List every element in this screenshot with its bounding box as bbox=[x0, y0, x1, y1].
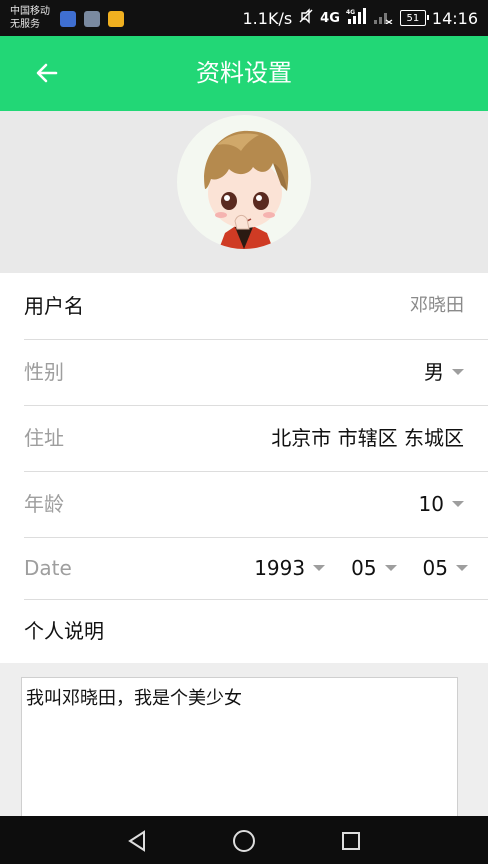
age-row: 年龄 10 bbox=[24, 471, 488, 538]
profile-form: 用户名 邓晓田 性别 男 住址 北京市 市辖区 东城区 年龄 10 Date 1… bbox=[0, 273, 488, 663]
age-label: 年龄 bbox=[24, 492, 64, 516]
year-dropdown[interactable]: 1993 bbox=[254, 537, 326, 599]
avatar-illustration bbox=[204, 130, 289, 249]
date-label: Date bbox=[24, 556, 72, 580]
battery-level: 51 bbox=[406, 12, 420, 24]
dropdown-arrow-icon bbox=[452, 369, 464, 375]
network-speed: 1.1K/s bbox=[242, 8, 293, 28]
nav-home-button[interactable] bbox=[229, 826, 259, 856]
carrier-info: 中国移动 无服务 bbox=[10, 5, 50, 31]
gallery-notification-icon bbox=[84, 11, 100, 27]
gender-label: 性别 bbox=[24, 360, 64, 384]
dropdown-arrow-icon bbox=[313, 565, 326, 571]
dropdown-arrow-icon bbox=[456, 565, 468, 571]
carrier-name: 中国移动 bbox=[10, 6, 50, 17]
network-type: 4G bbox=[320, 10, 340, 26]
system-nav-bar bbox=[0, 816, 488, 864]
back-button[interactable] bbox=[30, 56, 64, 90]
triangle-back-icon bbox=[128, 830, 145, 852]
username-row: 用户名 邓晓田 bbox=[24, 273, 488, 340]
month-value: 05 bbox=[351, 556, 377, 580]
status-bar: 中国移动 无服务 1.1K/s 4G 4G 51 14:16 bbox=[0, 0, 488, 36]
battery-icon: 51 bbox=[399, 10, 429, 26]
signal-icon: 4G bbox=[346, 8, 366, 28]
avatar[interactable] bbox=[177, 115, 311, 249]
day-dropdown[interactable]: 05 bbox=[423, 537, 468, 599]
nav-recents-button[interactable] bbox=[336, 826, 366, 856]
address-value[interactable]: 北京市 市辖区 东城区 bbox=[271, 405, 464, 471]
mute-icon bbox=[298, 8, 314, 28]
nav-back-button[interactable] bbox=[122, 826, 152, 856]
weibo-notification-icon bbox=[108, 11, 124, 27]
bio-section: 我叫邓晓田，我是个美少女 bbox=[0, 663, 488, 837]
page-title: 资料设置 bbox=[196, 59, 292, 87]
app-bar: 资料设置 bbox=[0, 36, 488, 111]
square-recents-icon bbox=[342, 832, 360, 850]
date-row: Date 1993 05 05 bbox=[24, 537, 488, 600]
clock: 14:16 bbox=[431, 8, 478, 28]
age-value: 10 bbox=[418, 492, 444, 516]
address-row: 住址 北京市 市辖区 东城区 bbox=[24, 405, 488, 472]
back-arrow-icon bbox=[36, 63, 58, 83]
dropdown-arrow-icon bbox=[384, 565, 397, 571]
screen: 中国移动 无服务 1.1K/s 4G 4G 51 14:16 资料设置 用户名 … bbox=[0, 0, 488, 864]
username-value[interactable]: 邓晓田 bbox=[410, 273, 464, 339]
svg-text:4G: 4G bbox=[346, 9, 355, 16]
app-notification-icon bbox=[60, 11, 76, 27]
gender-value: 男 bbox=[424, 360, 444, 384]
bio-label: 个人说明 bbox=[24, 619, 104, 643]
date-pickers: 1993 05 05 bbox=[254, 537, 468, 599]
circle-home-icon bbox=[233, 830, 255, 852]
gender-dropdown[interactable]: 男 bbox=[424, 339, 464, 405]
dropdown-arrow-icon bbox=[452, 501, 464, 507]
bio-row: 个人说明 bbox=[24, 599, 488, 663]
username-label: 用户名 bbox=[24, 294, 84, 318]
service-status: 无服务 bbox=[10, 19, 40, 30]
age-dropdown[interactable]: 10 bbox=[419, 471, 464, 537]
year-value: 1993 bbox=[254, 556, 306, 580]
bio-textarea[interactable]: 我叫邓晓田，我是个美少女 bbox=[21, 677, 458, 837]
day-value: 05 bbox=[422, 556, 448, 580]
month-dropdown[interactable]: 05 bbox=[351, 537, 397, 599]
gender-row: 性别 男 bbox=[24, 339, 488, 406]
signal-empty-icon bbox=[372, 8, 394, 28]
avatar-section bbox=[0, 111, 488, 273]
address-label: 住址 bbox=[24, 426, 64, 450]
